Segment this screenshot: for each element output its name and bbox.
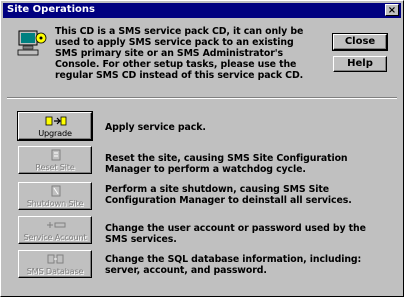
upgrade-label: Upgrade bbox=[38, 128, 72, 138]
window-title: Site Operations bbox=[7, 4, 95, 15]
service-account-button[interactable]: Service Account bbox=[18, 216, 92, 244]
upgrade-description: Apply service pack. bbox=[105, 122, 206, 133]
close-window-button[interactable]: × bbox=[385, 4, 399, 16]
sms-setup-computer-icon bbox=[17, 30, 47, 56]
reset-site-button[interactable]: Reset Site bbox=[18, 146, 92, 174]
close-button[interactable]: Close bbox=[332, 33, 388, 51]
reset-site-icon bbox=[51, 149, 61, 161]
sms-database-description: Change the SQL database information, inc… bbox=[105, 254, 362, 276]
service-account-icon bbox=[47, 222, 66, 228]
reset-site-label: Reset Site bbox=[35, 162, 75, 172]
sms-database-icon bbox=[47, 254, 64, 264]
site-operations-dialog: Site Operations × This CD is a SMS servi… bbox=[0, 0, 404, 297]
shutdown-site-icon bbox=[51, 185, 61, 197]
sms-database-button[interactable]: SMS Database bbox=[18, 250, 92, 278]
sms-database-label: SMS Database bbox=[26, 266, 84, 276]
shutdown-site-label: Shutdown Site bbox=[26, 198, 84, 208]
title-bar: Site Operations × bbox=[3, 3, 401, 18]
upgrade-icon bbox=[45, 116, 67, 126]
help-button[interactable]: Help bbox=[333, 56, 387, 72]
service-account-description: Change the user account or password used… bbox=[105, 223, 366, 245]
shutdown-site-button[interactable]: Shutdown Site bbox=[18, 182, 92, 210]
divider bbox=[7, 97, 397, 99]
intro-text: This CD is a SMS service pack CD, it can… bbox=[55, 26, 304, 81]
service-account-label: Service Account bbox=[23, 232, 87, 242]
reset-site-description: Reset the site, causing SMS Site Configu… bbox=[105, 153, 348, 175]
upgrade-button[interactable]: Upgrade bbox=[17, 111, 93, 141]
shutdown-site-description: Perform a site shutdown, causing SMS Sit… bbox=[105, 184, 352, 206]
